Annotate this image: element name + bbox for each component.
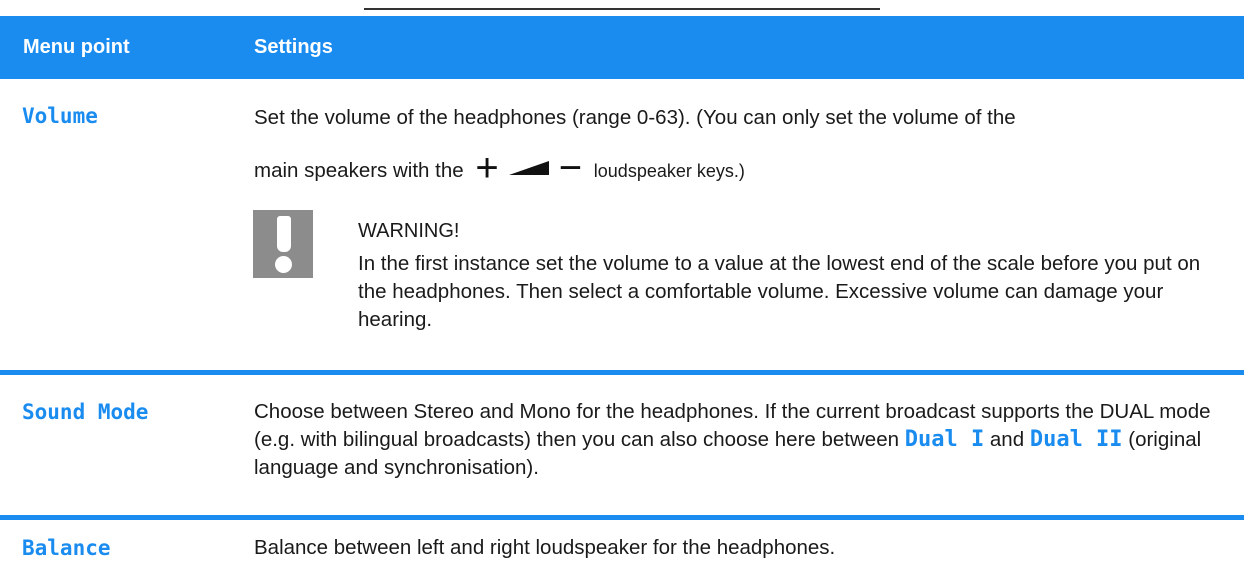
volume-description-line2: main speakers with the + − loudspeaker k… [254,146,745,190]
header-settings: Settings [254,36,333,58]
warning-title: WARNING! [358,220,460,242]
row-divider [0,370,1244,375]
header-menu-point: Menu point [23,36,130,58]
option-dual-i: Dual I [904,427,985,452]
exclamation-icon [253,210,313,278]
sound-mode-description: Choose between Stereo and Mono for the h… [254,398,1214,482]
top-rule [364,8,880,10]
volume-wedge-icon [508,161,549,175]
table-header: Menu point Settings [0,16,1244,79]
volume-line2-after: loudspeaker keys.) [593,161,745,181]
balance-description: Balance between left and right loudspeak… [254,536,836,559]
row-divider-2 [0,515,1244,520]
menu-key-sound-mode: Sound Mode [22,400,149,424]
speaker-keys: + − [475,146,583,190]
volume-line2-before: main speakers with the [254,159,464,182]
warning-body: In the first instance set the volume to … [358,252,1201,331]
option-connector: and [989,428,1025,451]
minus-icon: − [558,146,583,190]
plus-icon: + [475,146,499,190]
volume-description-line1: Set the volume of the headphones (range … [254,106,1016,129]
menu-key-volume: Volume [22,104,98,128]
option-dual-ii: Dual II [1029,427,1123,452]
menu-key-balance: Balance [22,536,111,560]
